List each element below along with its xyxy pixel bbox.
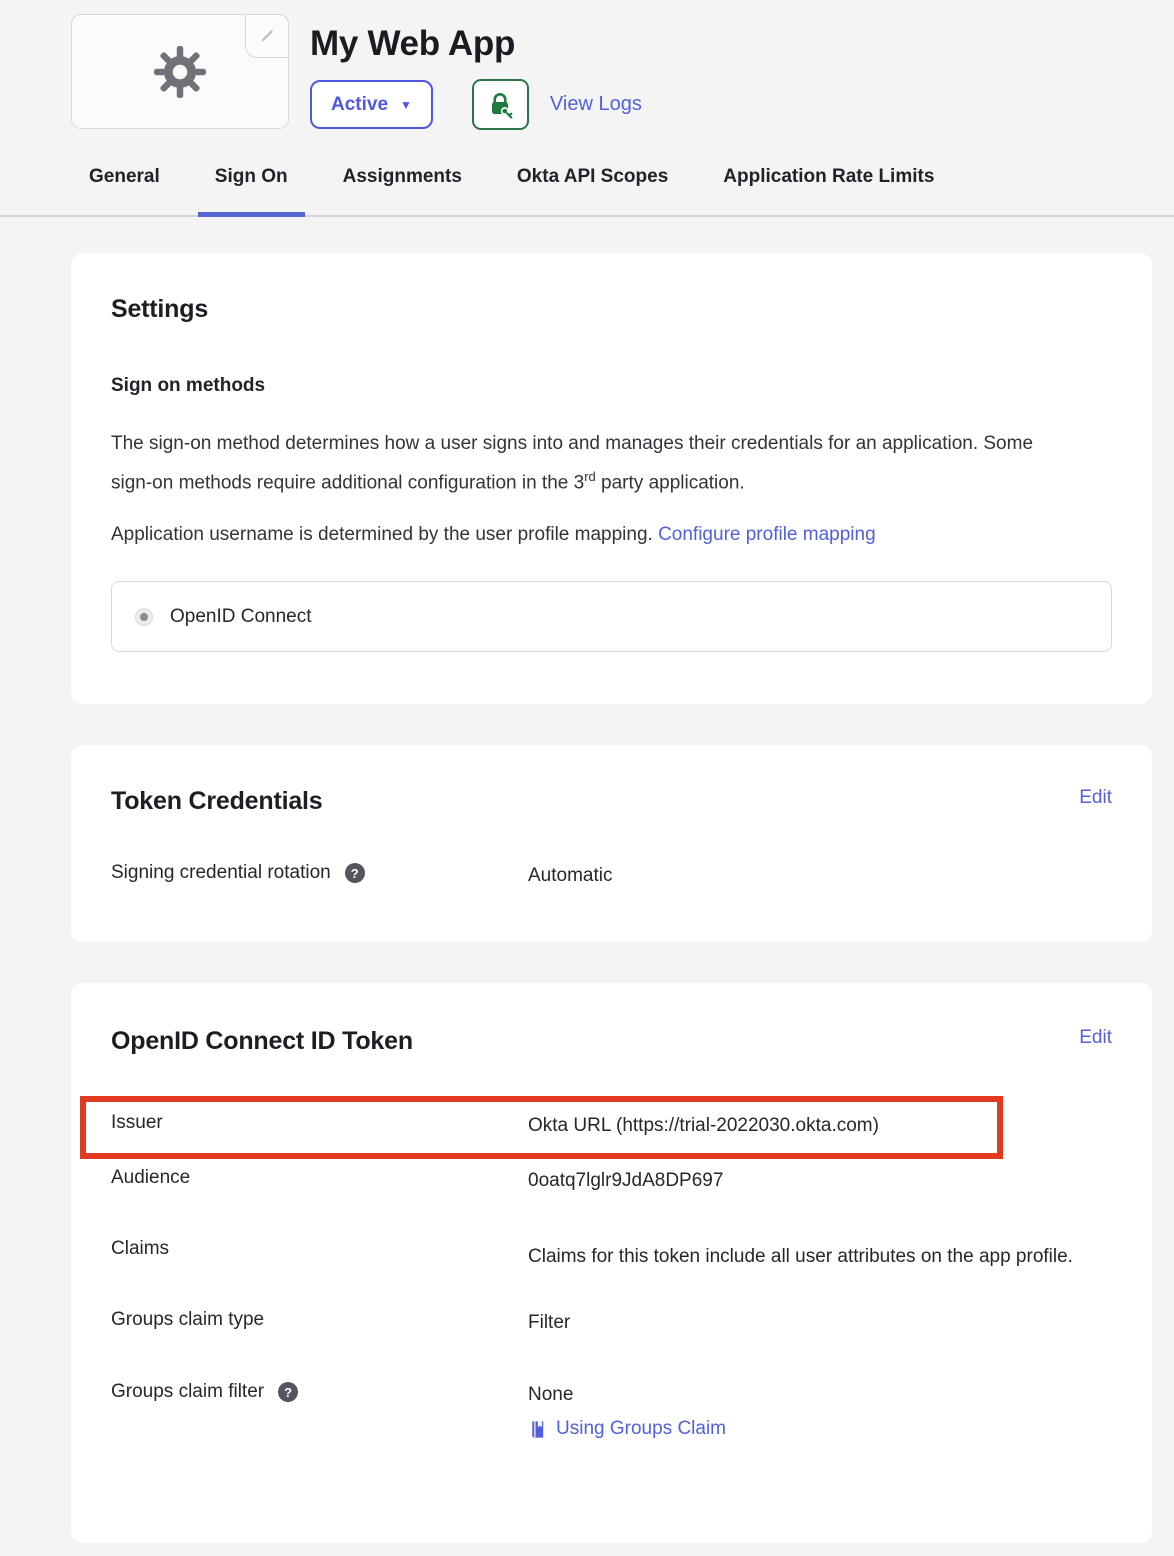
status-label: Active bbox=[331, 94, 388, 116]
settings-card: Settings Sign on methods The sign-on met… bbox=[71, 253, 1152, 704]
using-groups-claim-link[interactable]: Using Groups Claim bbox=[528, 1418, 726, 1440]
page-title: My Web App bbox=[310, 24, 642, 64]
row-label: Groups claim type bbox=[111, 1309, 264, 1331]
header-actions: Active ▼ View Logs bbox=[310, 79, 642, 130]
description-text-end: party application. bbox=[596, 472, 745, 493]
caret-down-icon: ▼ bbox=[400, 98, 412, 112]
tab-general[interactable]: General bbox=[72, 166, 177, 215]
tab-assignments[interactable]: Assignments bbox=[326, 166, 479, 215]
oidc-id-token-card: OpenID Connect ID Token Edit Issuer Okta… bbox=[71, 983, 1152, 1543]
app-header: My Web App Active ▼ View Logs bbox=[71, 14, 1174, 130]
tab-sign-on[interactable]: Sign On bbox=[198, 166, 305, 215]
audience-row: Audience 0oatq7lglr9JdA8DP697 bbox=[111, 1167, 1112, 1195]
radio-selected-icon[interactable] bbox=[135, 608, 153, 626]
row-label: Issuer bbox=[111, 1112, 163, 1134]
row-label: Audience bbox=[111, 1167, 190, 1189]
username-note-text: Application username is determined by th… bbox=[111, 524, 658, 545]
pencil-icon bbox=[257, 26, 277, 46]
configure-profile-mapping-link[interactable]: Configure profile mapping bbox=[658, 524, 876, 545]
using-groups-claim-label: Using Groups Claim bbox=[556, 1418, 726, 1440]
claims-row: Claims Claims for this token include all… bbox=[111, 1238, 1112, 1275]
groups-claim-type-value: Filter bbox=[528, 1309, 1112, 1337]
sign-on-methods-title: Sign on methods bbox=[111, 375, 1112, 397]
settings-card-title: Settings bbox=[111, 295, 1112, 324]
signing-credential-rotation-row: Signing credential rotation ? Automatic bbox=[111, 862, 1112, 890]
tab-okta-api-scopes[interactable]: Okta API Scopes bbox=[500, 166, 685, 215]
oidc-card-title: OpenID Connect ID Token bbox=[111, 1027, 413, 1056]
view-logs-link[interactable]: View Logs bbox=[550, 93, 642, 116]
gear-icon bbox=[150, 42, 210, 102]
token-credentials-edit-link[interactable]: Edit bbox=[1079, 787, 1112, 809]
row-value: Automatic bbox=[528, 862, 1112, 890]
description-superscript: rd bbox=[584, 469, 596, 484]
okta-app-settings-page: My Web App Active ▼ View Logs bbox=[0, 14, 1174, 1556]
groups-claim-type-row: Groups claim type Filter bbox=[111, 1309, 1112, 1337]
groups-claim-filter-value: None bbox=[528, 1381, 1112, 1409]
sign-on-policy-button[interactable] bbox=[472, 79, 529, 130]
username-note: Application username is determined by th… bbox=[111, 518, 1071, 551]
row-label: Claims bbox=[111, 1238, 169, 1260]
header-main: My Web App Active ▼ View Logs bbox=[310, 14, 642, 130]
sign-on-method-label: OpenID Connect bbox=[170, 606, 312, 628]
app-logo-tile bbox=[71, 14, 289, 129]
description-text: The sign-on method determines how a user… bbox=[111, 433, 1033, 493]
tab-application-rate-limits[interactable]: Application Rate Limits bbox=[706, 166, 951, 215]
audience-value: 0oatq7lglr9JdA8DP697 bbox=[528, 1167, 1112, 1195]
issuer-value: Okta URL (https://trial-2022030.okta.com… bbox=[528, 1112, 1112, 1140]
row-label: Groups claim filter bbox=[111, 1381, 264, 1403]
groups-claim-filter-row: Groups claim filter ? None Using Groups … bbox=[111, 1381, 1112, 1446]
help-icon[interactable]: ? bbox=[345, 863, 365, 883]
book-icon bbox=[528, 1419, 547, 1440]
help-icon[interactable]: ? bbox=[278, 1382, 298, 1402]
sign-on-method-description: The sign-on method determines how a user… bbox=[111, 427, 1071, 499]
issuer-row: Issuer Okta URL (https://trial-2022030.o… bbox=[111, 1112, 1112, 1140]
status-dropdown-button[interactable]: Active ▼ bbox=[310, 80, 433, 129]
sign-on-method-option[interactable]: OpenID Connect bbox=[111, 581, 1112, 652]
row-label: Signing credential rotation bbox=[111, 862, 331, 884]
token-credentials-title: Token Credentials bbox=[111, 787, 322, 816]
claims-value: Claims for this token include all user a… bbox=[528, 1238, 1106, 1275]
app-tabs: General Sign On Assignments Okta API Sco… bbox=[0, 166, 1174, 217]
oidc-edit-link[interactable]: Edit bbox=[1079, 1027, 1112, 1049]
lock-key-icon bbox=[485, 90, 515, 120]
token-credentials-card: Token Credentials Edit Signing credentia… bbox=[71, 745, 1152, 942]
edit-logo-button[interactable] bbox=[245, 14, 289, 58]
